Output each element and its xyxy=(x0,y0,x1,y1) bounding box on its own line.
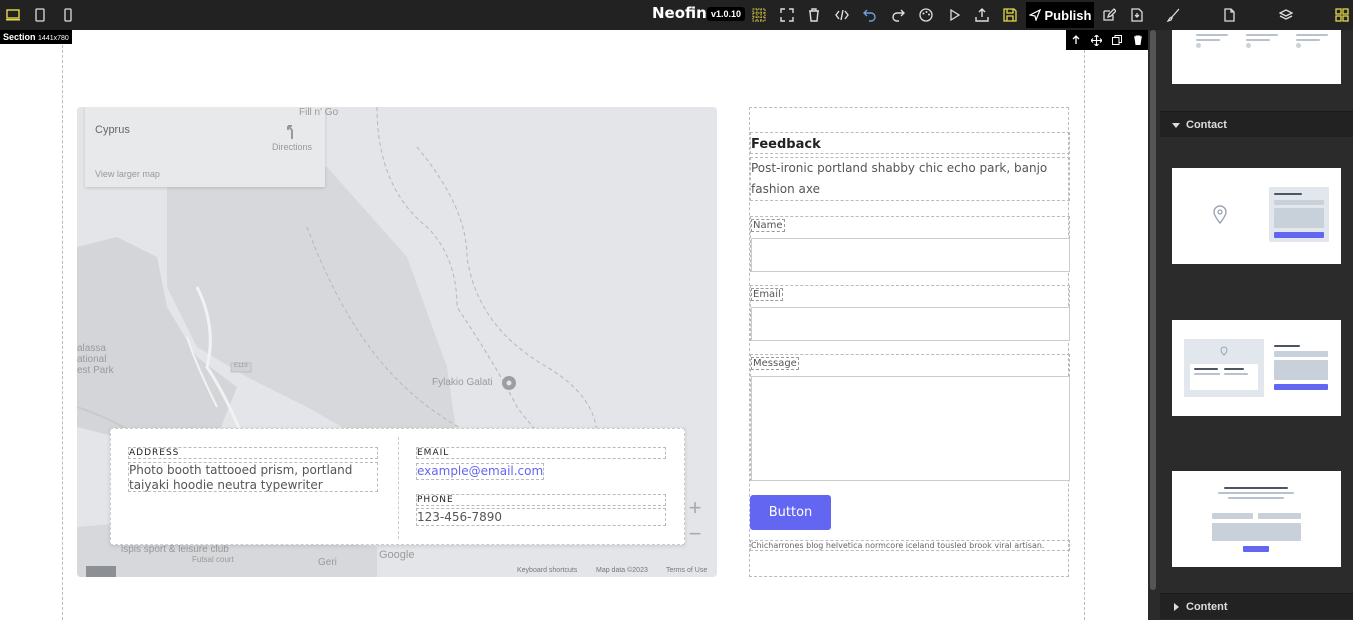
layers-icon[interactable] xyxy=(1277,6,1295,24)
export-icon[interactable] xyxy=(973,6,991,24)
delete-icon[interactable] xyxy=(1131,33,1145,47)
content-category-label: Content xyxy=(1186,600,1228,613)
editor-toolbar: Neofin v1.0.10 Publish xyxy=(0,0,1353,30)
message-textarea[interactable] xyxy=(751,376,1070,481)
email-field-label: Email xyxy=(751,288,783,301)
container-guide-right xyxy=(1084,30,1085,620)
directions-label: Directions xyxy=(271,142,312,152)
contact-block-1[interactable] xyxy=(1172,168,1341,264)
map-label-road: E119 xyxy=(234,363,248,369)
message-field-group: Message xyxy=(750,354,1070,481)
page-settings-icon[interactable] xyxy=(1220,6,1238,24)
email-input[interactable] xyxy=(751,307,1070,341)
publish-button[interactable]: Publish xyxy=(1026,2,1094,28)
edit-icon[interactable] xyxy=(1100,6,1118,24)
send-icon xyxy=(1028,9,1041,21)
content-category-header[interactable]: Content xyxy=(1160,593,1353,619)
map-zoom-controls: + − xyxy=(682,495,708,551)
contact-category-label: Contact xyxy=(1186,118,1227,131)
map-label-fylakio: Fylakio Galati xyxy=(432,377,493,388)
contact-block-2[interactable] xyxy=(1172,320,1341,416)
zoom-in-button[interactable]: + xyxy=(682,495,708,521)
zoom-out-button[interactable]: − xyxy=(682,521,708,547)
blocks-grid-icon[interactable] xyxy=(1333,6,1351,24)
map-label-futsal: Futsal court xyxy=(192,555,234,564)
map-label-park: est Park xyxy=(77,365,114,376)
directions-link[interactable]: Directions xyxy=(267,123,317,152)
form-note: Chicharrones blog helvetica normcore ice… xyxy=(750,540,1070,551)
map-place-name: Cyprus xyxy=(95,124,130,136)
section-badge-label: Section xyxy=(3,32,36,42)
email-link[interactable]: example@email.com xyxy=(416,463,545,480)
map-label-geri: Geri xyxy=(318,557,337,568)
brand-name: Neofin xyxy=(652,4,707,22)
phone-value: 123-456-7890 xyxy=(417,510,503,524)
message-label: Message xyxy=(751,357,799,370)
map-label-ational: ational xyxy=(77,354,107,365)
name-input[interactable] xyxy=(751,238,1070,272)
selection-toolbar xyxy=(1066,30,1148,50)
select-parent-arrow-icon[interactable] xyxy=(1069,33,1083,47)
email-label-box xyxy=(416,447,666,459)
redo-icon[interactable] xyxy=(889,6,907,24)
location-pin-small-icon xyxy=(1220,346,1228,356)
address-label: ADDRESS xyxy=(129,448,180,458)
email-field-group: Email xyxy=(750,285,1070,341)
publish-label: Publish xyxy=(1044,7,1092,23)
keyboard-shortcuts-link[interactable]: Keyboard shortcuts xyxy=(517,567,577,574)
tablet-device-icon[interactable] xyxy=(30,5,50,25)
panel-scrollbar[interactable] xyxy=(1150,30,1156,590)
submit-button[interactable]: Button xyxy=(750,495,831,530)
trash-icon[interactable] xyxy=(805,6,823,24)
name-label: Name xyxy=(751,219,785,232)
style-manager-brush-icon[interactable] xyxy=(1165,6,1183,24)
directions-icon xyxy=(287,125,293,139)
map-label-fillngo: Fill n' Go xyxy=(299,107,339,118)
block-thumbnail-prev[interactable] xyxy=(1172,30,1341,84)
save-icon[interactable] xyxy=(1001,6,1019,24)
map-label-club: ispis sport & leisure club xyxy=(121,544,229,555)
move-icon[interactable] xyxy=(1090,33,1104,47)
editor-canvas[interactable]: Section 1441x780 Cyprus Directions View … xyxy=(0,30,1148,620)
form-description: Post-ironic portland shabby chic echo pa… xyxy=(750,157,1070,201)
undo-icon[interactable] xyxy=(861,6,879,24)
map-data-attribution: Map data ©2023 xyxy=(596,567,648,574)
import-icon[interactable] xyxy=(1128,6,1146,24)
caret-down-icon xyxy=(1172,122,1180,128)
name-field-group: Name xyxy=(750,216,1070,272)
desktop-device-icon[interactable] xyxy=(3,5,23,25)
code-icon[interactable] xyxy=(833,6,851,24)
contact-block-3[interactable] xyxy=(1172,471,1341,567)
map-label-alassa: alassa xyxy=(77,343,106,354)
selected-section-badge: Section 1441x780 xyxy=(0,30,72,44)
contact-category-header[interactable]: Contact xyxy=(1160,111,1353,137)
google-logo: Google xyxy=(379,549,415,561)
mobile-device-icon[interactable] xyxy=(58,5,78,25)
email-label: EMAIL xyxy=(417,448,450,458)
version-badge: v1.0.10 xyxy=(707,7,746,21)
palette-icon[interactable] xyxy=(917,6,935,24)
view-larger-map-link[interactable]: View larger map xyxy=(95,169,160,179)
address-value: Photo booth tattooed prism, portland tai… xyxy=(129,463,353,492)
location-pin-icon xyxy=(1213,205,1227,224)
grid-toggle-icon[interactable] xyxy=(750,6,768,24)
phone-label: PHONE xyxy=(417,495,454,505)
fullscreen-icon[interactable] xyxy=(778,6,796,24)
contact-info-card: ADDRESS Photo booth tattooed prism, port… xyxy=(110,428,685,545)
terms-of-use-link[interactable]: Terms of Use xyxy=(666,567,707,574)
form-title: Feedback xyxy=(750,132,1070,154)
caret-right-icon xyxy=(1174,602,1179,611)
clone-icon[interactable] xyxy=(1110,33,1124,47)
preview-play-icon[interactable] xyxy=(945,6,963,24)
info-column-divider xyxy=(398,437,399,539)
feedback-form: Feedback Post-ironic portland shabby chi… xyxy=(749,107,1070,577)
section-badge-size: 1441x780 xyxy=(38,35,69,42)
map-place-card: Cyprus Directions View larger map xyxy=(85,107,325,187)
container-guide-left xyxy=(62,30,63,620)
